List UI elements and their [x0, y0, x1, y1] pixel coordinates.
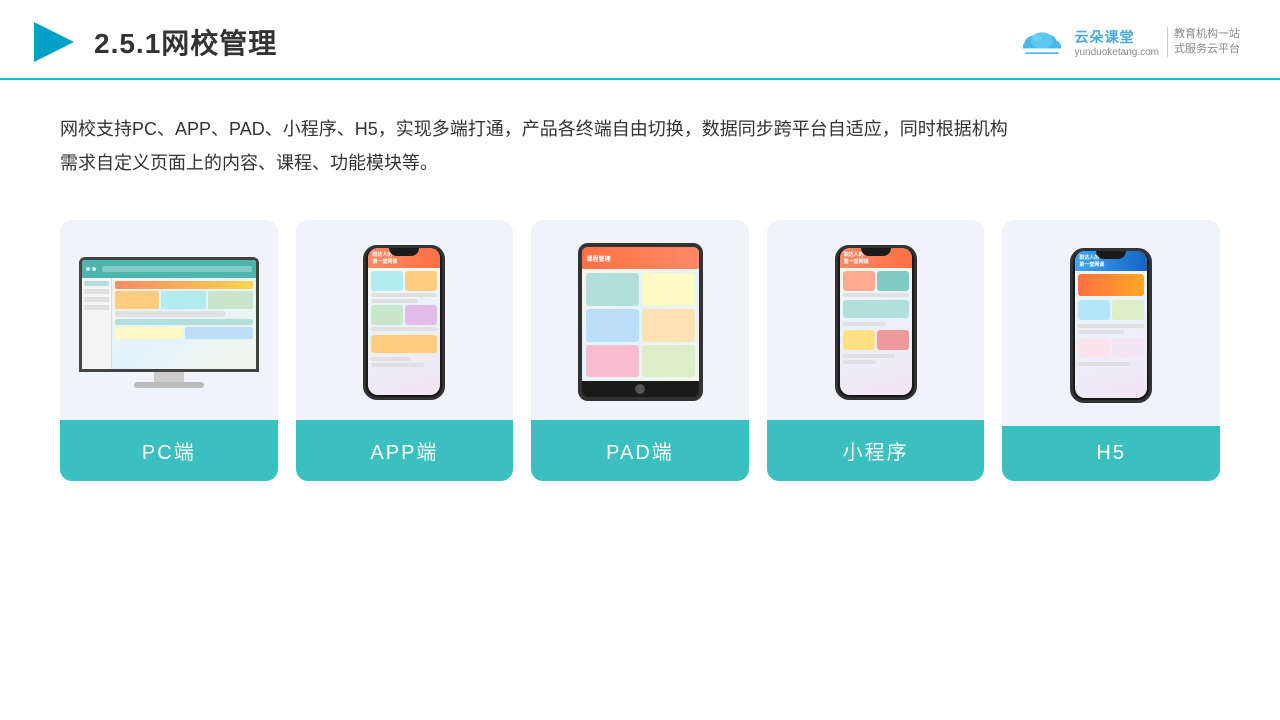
card-pad-image: 课程管理 [531, 220, 749, 420]
h5-phone-device: 职达人的第一堂网课 [1066, 248, 1156, 403]
logo-text-block: 云朵课堂 yunduoketang.com [1074, 27, 1159, 58]
page-title: 2.5.1网校管理 [94, 22, 277, 62]
app-phone-device: 职达人的第一堂网课 [359, 245, 449, 400]
page-header: 2.5.1网校管理 云朵课堂 yunduoketang.com 教育机构一站式服… [0, 0, 1280, 80]
card-h5-label: H5 [1002, 426, 1220, 481]
play-icon [30, 18, 78, 66]
card-pad-label: PAD端 [531, 420, 749, 481]
card-miniapp-image: 职达人的第一堂网课 [767, 220, 985, 420]
pc-screen [79, 257, 259, 372]
description-line1: 网校支持PC、APP、PAD、小程序、H5，实现多端打通，产品各终端自由切换，数… [60, 119, 1008, 139]
h5-phone-body: 职达人的第一堂网课 [1070, 248, 1152, 403]
tablet-screen: 课程管理 [582, 247, 699, 381]
description-line2: 需求自定义页面上的内容、课程、功能模块等。 [60, 153, 438, 173]
card-app-image: 职达人的第一堂网课 [296, 220, 514, 420]
pc-device [76, 257, 262, 388]
card-pc-image [60, 220, 278, 420]
phone-body: 职达人的第一堂网课 [363, 245, 445, 400]
h5-phone-notch [1096, 251, 1126, 259]
description-text: 网校支持PC、APP、PAD、小程序、H5，实现多端打通，产品各终端自由切换，数… [0, 80, 1280, 200]
card-pc-label: PC端 [60, 420, 278, 481]
device-cards-section: PC端 职达人的第一堂网课 [0, 200, 1280, 511]
tablet-home-button [635, 384, 645, 394]
h5-phone-screen: 职达人的第一堂网课 [1075, 251, 1147, 398]
logo-slogan: 教育机构一站式服务云平台 [1167, 27, 1240, 58]
miniapp-phone-device: 职达人的第一堂网课 [831, 245, 921, 400]
card-pc: PC端 [60, 220, 278, 481]
card-pad: 课程管理 PAD端 [531, 220, 749, 481]
card-app: 职达人的第一堂网课 [296, 220, 514, 481]
logo-url: yunduoketang.com [1074, 47, 1159, 58]
miniapp-phone-body: 职达人的第一堂网课 [835, 245, 917, 400]
miniapp-phone-notch [861, 248, 891, 256]
phone-screen: 职达人的第一堂网课 [368, 248, 440, 395]
card-app-label: APP端 [296, 420, 514, 481]
logo-area: 云朵课堂 yunduoketang.com 教育机构一站式服务云平台 [1018, 24, 1240, 60]
miniapp-phone-screen: 职达人的第一堂网课 [840, 248, 912, 395]
header-left: 2.5.1网校管理 [30, 18, 277, 66]
card-h5-image: 职达人的第一堂网课 [1002, 220, 1220, 426]
logo-name: 云朵课堂 [1074, 27, 1134, 47]
card-miniapp: 职达人的第一堂网课 [767, 220, 985, 481]
tablet-body: 课程管理 [578, 243, 703, 401]
card-miniapp-label: 小程序 [767, 420, 985, 481]
card-h5: 职达人的第一堂网课 [1002, 220, 1220, 481]
logo-icon [1018, 24, 1066, 60]
phone-notch [389, 248, 419, 256]
tablet-device: 课程管理 [575, 243, 705, 401]
